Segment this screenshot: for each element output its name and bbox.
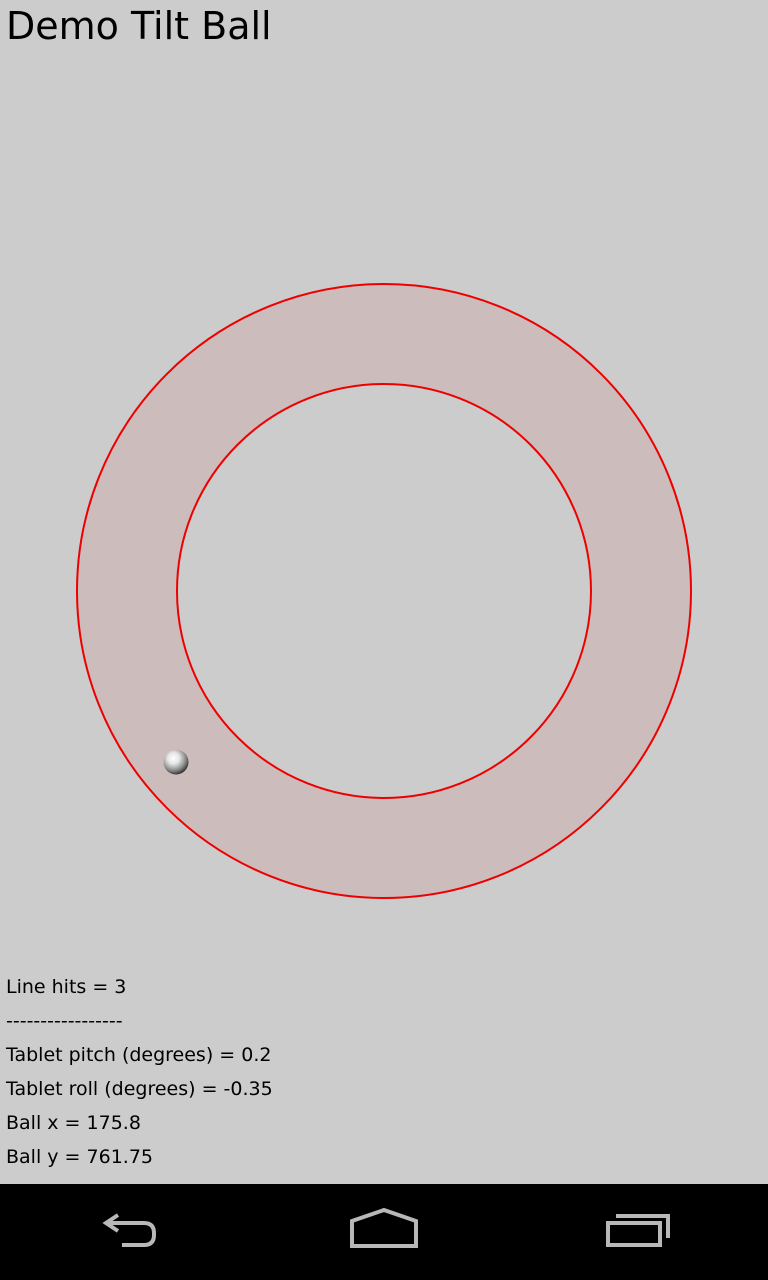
back-icon: [102, 1213, 156, 1247]
track-ring: [76, 283, 692, 899]
nav-back-button[interactable]: [0, 1184, 256, 1280]
system-navigation-bar: [0, 1184, 768, 1280]
nav-home-button[interactable]: [256, 1184, 512, 1280]
home-icon: [350, 1207, 418, 1248]
inner-boundary-line: [176, 383, 592, 799]
nav-recents-button[interactable]: [512, 1184, 768, 1280]
readout-separator: -----------------: [6, 1010, 123, 1032]
app-title: Demo Tilt Ball: [6, 4, 272, 48]
ball: [163, 749, 189, 775]
recents-icon: [606, 1214, 670, 1247]
pitch-readout: Tablet pitch (degrees) = 0.2: [6, 1044, 272, 1066]
roll-readout: Tablet roll (degrees) = -0.35: [6, 1078, 273, 1100]
line-hits-readout: Line hits = 3: [6, 976, 127, 998]
ball-x-readout: Ball x = 175.8: [6, 1112, 141, 1134]
tilt-ball-screen: Demo Tilt Ball Line hits = 3 -----------…: [0, 0, 768, 1280]
ball-y-readout: Ball y = 761.75: [6, 1146, 153, 1168]
play-board: [76, 283, 692, 899]
